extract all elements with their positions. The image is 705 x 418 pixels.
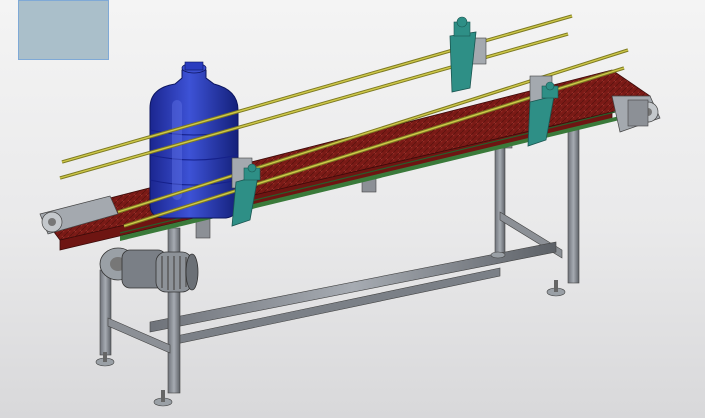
rail-bracket-rear[interactable] (449, 16, 487, 93)
conveyor-model[interactable] (0, 0, 705, 418)
drive-motor[interactable] (99, 247, 199, 293)
cad-viewport[interactable] (0, 0, 705, 418)
